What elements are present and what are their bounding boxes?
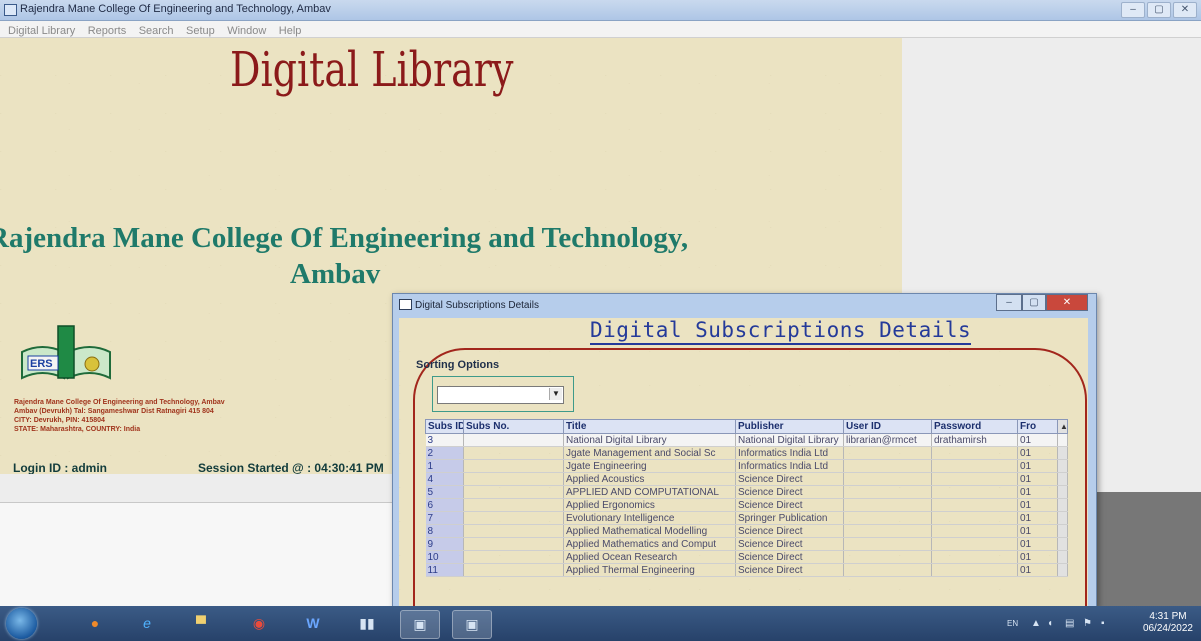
dialog-minimize-button[interactable]: – [996, 294, 1022, 311]
table-header-row: Subs ID Subs No. Title Publisher User ID… [425, 419, 1068, 434]
subscriptions-task[interactable]: ▣ [452, 610, 492, 639]
folder-icon[interactable]: ▀ [182, 610, 220, 637]
table-row[interactable]: 6 Applied Ergonomics Science Direct 01 [425, 498, 1068, 512]
dialog-titlebar[interactable]: Digital Subscriptions Details – ▢ ✕ [393, 294, 1096, 316]
word-icon[interactable]: W [294, 610, 332, 637]
dialog-heading: Digital Subscriptions Details [590, 318, 972, 345]
menu-help[interactable]: Help [279, 25, 302, 37]
chevron-down-icon[interactable]: ▼ [549, 388, 562, 400]
clock[interactable]: 4:31 PM 06/24/2022 [1143, 611, 1193, 635]
subscriptions-table: Subs ID Subs No. Title Publisher User ID… [425, 419, 1068, 577]
table-row[interactable]: 4 Applied Acoustics Science Direct 01 [425, 472, 1068, 486]
menu-digital-library[interactable]: Digital Library [8, 25, 75, 37]
language-indicator[interactable]: EN [1007, 619, 1018, 628]
clock-date: 06/24/2022 [1142, 623, 1193, 634]
power-icon[interactable]: ▪ [1101, 618, 1105, 629]
column-header-subs-no[interactable]: Subs No. [463, 419, 564, 434]
start-button[interactable] [6, 608, 37, 639]
column-header-subs-id[interactable]: Subs ID [425, 419, 464, 434]
table-row[interactable]: 11 Applied Thermal Engineering Science Dir… [425, 563, 1068, 577]
taskbar: ● e ▀ ◉ W ▮▮ ▣ ▣ EN ▲ ◖ ▤ ⚑ ▪ 4:31 PM 06… [0, 606, 1201, 641]
dialog-maximize-button[interactable]: ▢ [1022, 294, 1046, 311]
college-logo: ERS [21, 325, 111, 380]
close-button[interactable]: ✕ [1173, 2, 1197, 18]
app-window-controls: – ▢ ✕ [1121, 2, 1197, 18]
sorting-options-group: ▼ [432, 376, 574, 412]
table-row[interactable]: 3 National Digital Library National Digita… [425, 433, 1068, 447]
menu-window[interactable]: Window [227, 25, 266, 37]
library-app-icon[interactable]: ▮▮ [348, 610, 386, 637]
internet-explorer-icon[interactable]: e [128, 610, 166, 637]
table-row[interactable]: 7 Evolutionary Intelligence Springer Publi… [425, 511, 1068, 525]
column-header-from[interactable]: Fro [1017, 419, 1058, 434]
login-id: Login ID : admin [13, 461, 107, 475]
volume-icon[interactable]: ◖ [1047, 618, 1053, 629]
menu-bar: Digital Library Reports Search Setup Win… [0, 21, 1201, 38]
dialog-body: Digital Subscriptions Details Sorting Op… [399, 318, 1088, 607]
college-name-line2: Ambav [290, 258, 381, 290]
digital-library-task[interactable]: ▣ [400, 610, 440, 639]
subscriptions-dialog: Digital Subscriptions Details – ▢ ✕ Digi… [392, 293, 1097, 608]
tray-arrow-icon[interactable]: ▲ [1031, 618, 1041, 629]
action-center-icon[interactable]: ⚑ [1083, 618, 1092, 629]
table-row[interactable]: 2 Jgate Management and Social Sc Informati… [425, 446, 1068, 460]
table-row[interactable]: 5 APPLIED AND COMPUTATIONAL Science Direct… [425, 485, 1068, 499]
table-row[interactable]: 1 Jgate Engineering Informatics India Ltd 0… [425, 459, 1068, 473]
media-player-icon[interactable]: ● [76, 610, 114, 637]
table-row[interactable]: 8 Applied Mathematical Modelling Science D… [425, 524, 1068, 538]
column-header-title[interactable]: Title [563, 419, 736, 434]
table-row[interactable]: 9 Applied Mathematics and Comput Science D… [425, 537, 1068, 551]
column-header-publisher[interactable]: Publisher [735, 419, 844, 434]
logo-text: ERS [30, 358, 53, 370]
side-panel [1095, 492, 1201, 606]
chrome-icon[interactable]: ◉ [240, 610, 278, 637]
scroll-up-icon[interactable]: ▲ [1057, 419, 1068, 434]
clock-time: 4:31 PM [1149, 611, 1187, 622]
column-header-password[interactable]: Password [931, 419, 1018, 434]
status-panel [0, 502, 395, 607]
column-header-user-id[interactable]: User ID [843, 419, 932, 434]
college-name-line1: Rajendra Mane College Of Engineering and… [0, 222, 689, 254]
dialog-window-icon [399, 299, 412, 310]
network-icon[interactable]: ▤ [1065, 618, 1074, 629]
app-title: Rajendra Mane College Of Engineering and… [20, 3, 331, 15]
sorting-select[interactable]: ▼ [437, 386, 564, 404]
minimize-button[interactable]: – [1121, 2, 1145, 18]
maximize-button[interactable]: ▢ [1147, 2, 1171, 18]
menu-setup[interactable]: Setup [186, 25, 215, 37]
sorting-options-label: Sorting Options [416, 359, 500, 371]
dialog-close-button[interactable]: ✕ [1046, 294, 1088, 311]
session-started: Session Started @ : 04:30:41 PM [198, 461, 384, 475]
app-window-icon [4, 4, 17, 16]
college-address: Rajendra Mane College Of Engineering and… [14, 399, 225, 433]
dialog-title: Digital Subscriptions Details [415, 300, 539, 311]
system-tray: EN ▲ ◖ ▤ ⚑ ▪ 4:31 PM 06/24/2022 [981, 606, 1201, 641]
menu-reports[interactable]: Reports [88, 25, 127, 37]
page-title: Digital Library [230, 42, 514, 97]
menu-search[interactable]: Search [139, 25, 174, 37]
dialog-window-controls: – ▢ ✕ [996, 294, 1088, 311]
table-row[interactable]: 10 Applied Ocean Research Science Direct 01 [425, 550, 1068, 564]
app-titlebar: Rajendra Mane College Of Engineering and… [0, 0, 1201, 21]
